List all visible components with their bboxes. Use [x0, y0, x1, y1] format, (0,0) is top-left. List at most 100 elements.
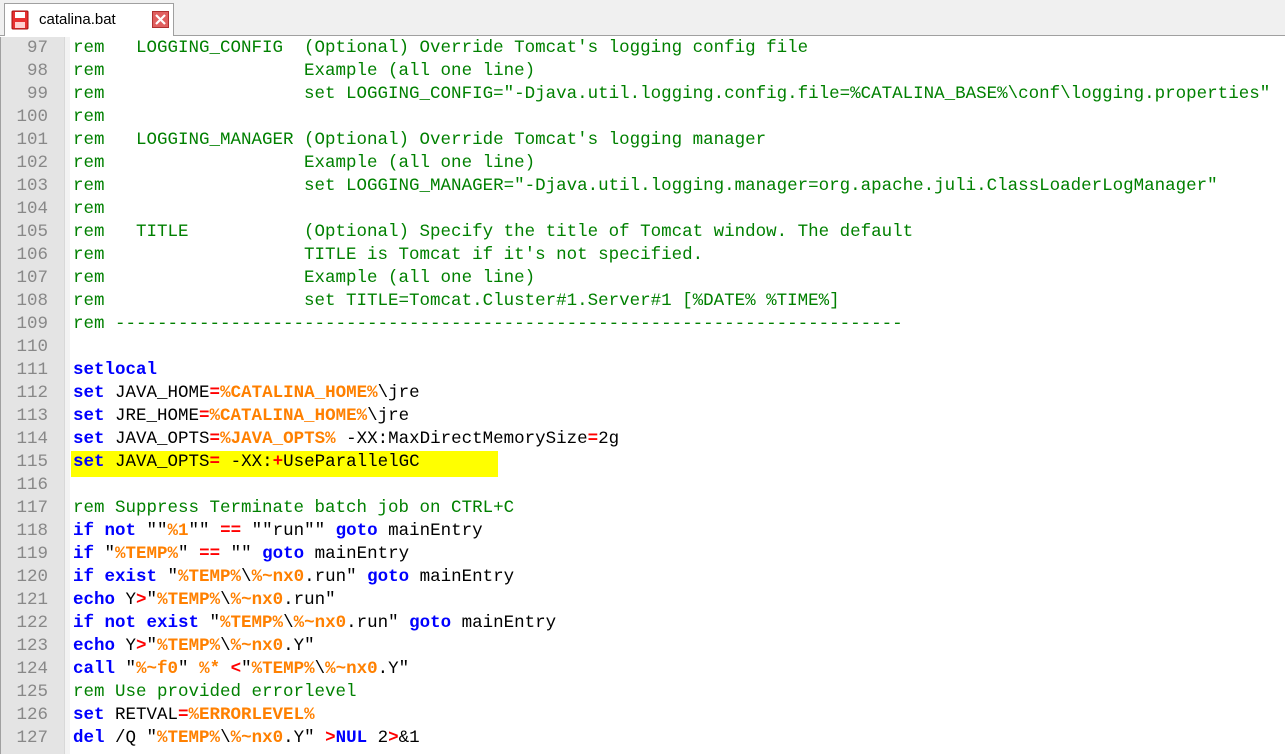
code-area[interactable]: 97 rem LOGGING_CONFIG (Optional) Override… [1, 37, 1285, 754]
code-line[interactable]: 103 rem set LOGGING_MANAGER="-Djava.util.… [1, 175, 1285, 198]
token: %TEMP% [157, 636, 221, 656]
line-text: set JAVA_OPTS=%JAVA_OPTS% -XX:MaxDirectM… [73, 428, 1285, 451]
line-number: 120 [16, 567, 48, 587]
code-line[interactable]: 105 rem TITLE (Optional) Specify the titl… [1, 221, 1285, 244]
code-line[interactable]: 109 rem ---------------------------------… [1, 313, 1285, 336]
line-number: 125 [16, 682, 48, 702]
token: .Y" [283, 636, 315, 656]
code-line[interactable]: 106 rem TITLE is Tomcat if it's not speci… [1, 244, 1285, 267]
token: NUL [335, 728, 368, 748]
token: Y [115, 590, 137, 610]
token: -XX: [220, 452, 273, 472]
line-text: rem set LOGGING_MANAGER="-Djava.util.log… [73, 175, 1285, 198]
code-line[interactable]: 124 call "%~f0" %* <"%TEMP%\%~nx0.Y" [1, 658, 1285, 681]
close-icon[interactable] [152, 11, 169, 28]
code-line[interactable]: 101 rem LOGGING_MANAGER (Optional) Overri… [1, 129, 1285, 152]
token: -XX:MaxDirectMemorySize [335, 429, 588, 449]
code-line[interactable]: 98 rem Example (all one line) [1, 60, 1285, 83]
code-line[interactable]: 122 if not exist "%TEMP%\%~nx0.run" goto … [1, 612, 1285, 635]
code-line[interactable]: 116 [1, 474, 1285, 497]
token: &1 [398, 728, 420, 748]
line-text: set RETVAL=%ERRORLEVEL% [73, 704, 1285, 727]
code-line[interactable]: 112 set JAVA_HOME=%CATALINA_HOME%\jre [1, 382, 1285, 405]
line-number: 118 [16, 521, 48, 541]
tab-catalina-bat[interactable]: catalina.bat [4, 3, 174, 36]
line-number: 127 [16, 728, 48, 748]
token: if not exist [73, 613, 200, 633]
token: rem LOGGING_CONFIG (Optional) Override T… [73, 38, 809, 58]
token: %TEMP% [115, 544, 179, 564]
line-text: rem [73, 198, 1285, 221]
code-line[interactable]: 126 set RETVAL=%ERRORLEVEL% [1, 704, 1285, 727]
code-line[interactable]: 104 rem [1, 198, 1285, 221]
token: rem set TITLE=Tomcat.Cluster#1.Server#1 … [73, 291, 840, 311]
save-disk-icon [11, 10, 29, 30]
code-line[interactable]: 123 echo Y>"%TEMP%\%~nx0.Y" [1, 635, 1285, 658]
line-text: rem Suppress Terminate batch job on CTRL… [73, 497, 1285, 520]
token: \ [241, 567, 252, 587]
code-line[interactable]: 102 rem Example (all one line) [1, 152, 1285, 175]
code-line[interactable]: 120 if exist "%TEMP%\%~nx0.run" goto main… [1, 566, 1285, 589]
token: mainEntry [409, 567, 515, 587]
token: %CATALINA_HOME% [209, 406, 368, 426]
token: = [199, 406, 210, 426]
code-line[interactable]: 107 rem Example (all one line) [1, 267, 1285, 290]
token: ""run"" [241, 521, 336, 541]
token: Y [115, 636, 137, 656]
token: \ [220, 590, 231, 610]
code-line[interactable]: 125 rem Use provided errorlevel [1, 681, 1285, 704]
token: \ [314, 659, 326, 679]
token: " [241, 659, 252, 679]
code-line[interactable]: 111 setlocal [1, 359, 1285, 382]
line-text: rem set TITLE=Tomcat.Cluster#1.Server#1 … [73, 290, 1285, 313]
line-number: 102 [16, 153, 48, 173]
token: %~nx0 [325, 659, 378, 679]
code-line[interactable]: 114 set JAVA_OPTS=%JAVA_OPTS% -XX:MaxDire… [1, 428, 1285, 451]
line-number: 113 [16, 406, 48, 426]
code-editor[interactable]: 97 rem LOGGING_CONFIG (Optional) Override… [0, 37, 1285, 754]
token: rem Use provided errorlevel [73, 682, 357, 702]
line-number: 117 [16, 498, 48, 518]
token: .Y" [377, 659, 410, 679]
token: " [199, 613, 221, 633]
line-number: 110 [16, 337, 48, 357]
token: 2g [598, 429, 620, 449]
line-number: 119 [16, 544, 48, 564]
code-line[interactable]: 115 set JAVA_OPTS= -XX:+UseParallelGC [1, 451, 1285, 477]
token: set [73, 705, 105, 725]
code-line[interactable]: 121 echo Y>"%TEMP%\%~nx0.run" [1, 589, 1285, 612]
token: %~nx0 [230, 590, 284, 610]
line-text: rem TITLE is Tomcat if it's not specifie… [73, 244, 1285, 267]
code-line[interactable]: 113 set JRE_HOME=%CATALINA_HOME%\jre [1, 405, 1285, 428]
code-line[interactable]: 127 del /Q "%TEMP%\%~nx0.Y" >NUL 2>&1 [1, 727, 1285, 750]
token: " [178, 544, 200, 564]
token: .Y" [283, 728, 326, 748]
token: JAVA_OPTS [104, 452, 210, 472]
line-number: 116 [16, 475, 48, 495]
code-line[interactable]: 110 [1, 336, 1285, 359]
code-line[interactable]: 118 if not ""%1"" == ""run"" goto mainEnt… [1, 520, 1285, 543]
token: %~f0 [136, 659, 179, 679]
code-line[interactable]: 97 rem LOGGING_CONFIG (Optional) Override… [1, 37, 1285, 60]
line-text: if exist "%TEMP%\%~nx0.run" goto mainEnt… [73, 566, 1285, 589]
token: > [388, 728, 399, 748]
token: echo [73, 636, 116, 656]
token: rem TITLE (Optional) Specify the title o… [73, 222, 914, 242]
code-line[interactable]: 108 rem set TITLE=Tomcat.Cluster#1.Server… [1, 290, 1285, 313]
token: + [272, 452, 284, 472]
token: > [136, 636, 147, 656]
line-number: 98 [26, 61, 48, 81]
token: %~nx0 [230, 636, 284, 656]
code-line[interactable]: 100 rem [1, 106, 1285, 129]
line-number: 101 [16, 130, 48, 150]
code-line[interactable]: 99 rem set LOGGING_CONFIG="-Djava.util.lo… [1, 83, 1285, 106]
token: "" [136, 521, 168, 541]
code-line[interactable]: 117 rem Suppress Terminate batch job on C… [1, 497, 1285, 520]
line-text: rem TITLE (Optional) Specify the title o… [73, 221, 1285, 244]
line-text: setlocal [73, 359, 1285, 382]
line-text: del /Q "%TEMP%\%~nx0.Y" >NUL 2>&1 [73, 727, 1285, 750]
token: %CATALINA_HOME% [220, 383, 378, 403]
line-number: 126 [16, 705, 48, 725]
code-line[interactable]: 119 if "%TEMP%" == "" goto mainEntry [1, 543, 1285, 566]
token: set [73, 429, 105, 449]
